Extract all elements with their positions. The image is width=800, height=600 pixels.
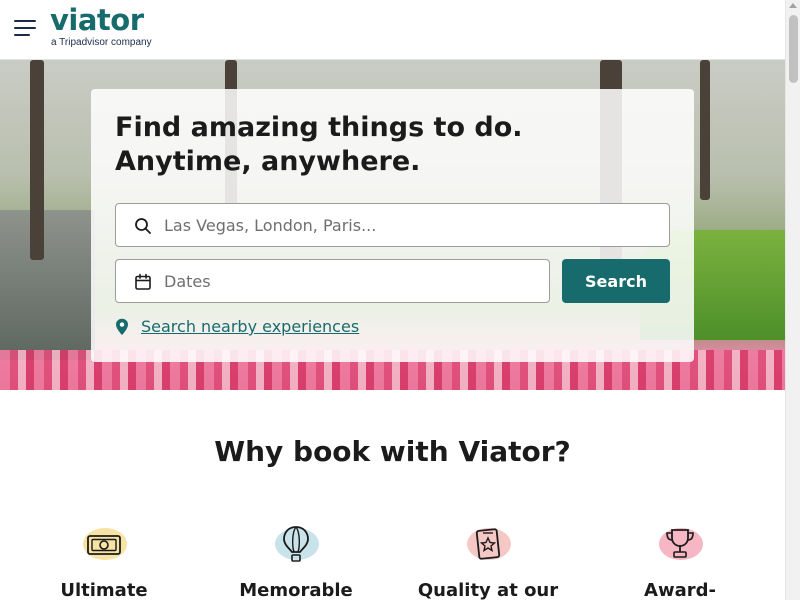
feature-label: Award- — [644, 580, 716, 600]
hero-pond — [0, 210, 95, 360]
destination-input[interactable] — [164, 204, 661, 246]
search-nearby-link[interactable]: Search nearby experiences — [115, 317, 359, 336]
hamburger-menu-icon[interactable] — [14, 20, 36, 38]
scroll-thumb[interactable] — [789, 15, 798, 83]
feature-label: Memorable — [239, 580, 353, 600]
cash-icon — [79, 520, 129, 568]
feature-memorable: Memorable — [200, 520, 392, 600]
headline-line-2: Anytime, anywhere. — [115, 146, 421, 177]
why-book-title: Why book with Viator? — [214, 435, 571, 468]
search-nearby-label: Search nearby experiences — [141, 317, 360, 336]
site-header: viator a Tripadvisor company — [0, 0, 785, 60]
hero-tree — [700, 60, 710, 200]
feature-ultimate: Ultimate — [8, 520, 200, 600]
location-pin-icon — [116, 318, 128, 335]
feature-quality: Quality at our — [392, 520, 584, 600]
calendar-icon — [135, 273, 151, 290]
viator-logo[interactable]: viator a Tripadvisor company — [50, 2, 152, 48]
feature-award: Award- — [584, 520, 776, 600]
search-icon — [135, 218, 151, 234]
scroll-up-arrow-icon[interactable] — [789, 3, 797, 8]
destination-field[interactable] — [115, 203, 670, 247]
logo-tagline: a Tripadvisor company — [51, 37, 152, 48]
dates-field[interactable]: Dates — [115, 259, 550, 303]
search-card: Find amazing things to do. Anytime, anyw… — [91, 89, 694, 362]
headline-line-1: Find amazing things to do. — [115, 112, 523, 143]
hero-tree — [30, 60, 44, 260]
page-scrollbar[interactable] — [785, 0, 800, 600]
hero-banner: Find amazing things to do. Anytime, anyw… — [0, 60, 785, 390]
feature-label: Quality at our — [417, 580, 559, 600]
badge-star-icon — [463, 520, 513, 568]
trophy-icon — [655, 520, 705, 568]
feature-label: Ultimate — [60, 580, 148, 600]
dates-placeholder: Dates — [164, 272, 211, 291]
search-button[interactable]: Search — [562, 259, 670, 303]
logo-wordmark: viator — [50, 3, 144, 37]
hero-headline: Find amazing things to do. Anytime, anyw… — [115, 111, 675, 179]
hot-air-balloon-icon — [271, 520, 321, 568]
